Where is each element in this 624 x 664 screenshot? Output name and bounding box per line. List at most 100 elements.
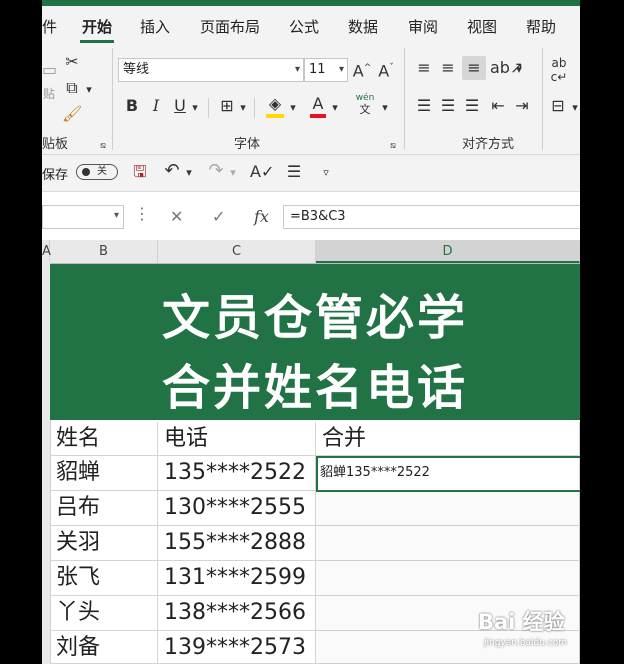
- cancel-entry-icon[interactable]: ✕: [170, 207, 183, 226]
- tab-insert[interactable]: 插入: [140, 16, 170, 37]
- table-cell-name[interactable]: 关羽: [50, 526, 158, 561]
- align-middle-icon[interactable]: ≡: [438, 58, 458, 78]
- align-right-icon[interactable]: ☰: [462, 96, 482, 116]
- formula-bar: ▾ ⋮ ✕ ✓ fx =B3&C3: [42, 192, 580, 240]
- format-painter-icon[interactable]: 🖌: [62, 104, 82, 124]
- form-icon[interactable]: ☰: [284, 162, 304, 182]
- watermark-logo-text: Bai 经验: [478, 610, 565, 634]
- tab-home[interactable]: 开始: [82, 16, 112, 37]
- paste-icon[interactable]: ▭: [42, 60, 57, 80]
- copy-icon[interactable]: ⧉: [62, 78, 82, 98]
- separator: [254, 98, 255, 118]
- increase-font-icon[interactable]: A^: [352, 58, 372, 81]
- tab-help[interactable]: 帮助: [526, 16, 556, 37]
- tab-data[interactable]: 数据: [348, 16, 378, 37]
- align-top-icon[interactable]: ≡: [414, 58, 434, 78]
- active-tab-indicator: [80, 40, 114, 43]
- save-icon[interactable]: 🖫: [130, 162, 150, 182]
- tab-page-layout[interactable]: 页面布局: [200, 16, 260, 37]
- table-cell-name[interactable]: 吕布: [50, 491, 158, 526]
- font-color-dropdown-icon[interactable]: ▾: [330, 98, 340, 118]
- decrease-font-icon[interactable]: Aˇ: [376, 58, 396, 81]
- group-label-clipboard: 贴板: [42, 137, 69, 152]
- phonetic-dropdown-icon[interactable]: ▾: [380, 98, 390, 118]
- copy-dropdown-icon[interactable]: ▾: [84, 80, 94, 100]
- autosave-state: 关: [97, 166, 107, 177]
- customize-qat-icon[interactable]: ▿: [320, 163, 332, 183]
- title-merged-cell[interactable]: 文员仓管必学 合并姓名电话: [50, 264, 580, 420]
- undo-dropdown-icon[interactable]: ▾: [184, 163, 194, 183]
- column-header-c[interactable]: C: [158, 240, 316, 263]
- column-header-a[interactable]: A: [42, 240, 51, 263]
- insert-function-icon[interactable]: fx: [254, 207, 269, 226]
- align-left-icon[interactable]: ☰: [414, 96, 434, 116]
- table-cell-phone[interactable]: 155****2888: [158, 526, 316, 561]
- underline-dropdown-icon[interactable]: ▾: [190, 98, 200, 118]
- redo-dropdown-icon[interactable]: ▾: [228, 163, 238, 183]
- title-bar-edge: [42, 0, 580, 6]
- table-cell-name[interactable]: 貂蝉: [50, 456, 158, 491]
- font-name-dropdown[interactable]: 等线 ▾: [118, 58, 304, 82]
- separator: [112, 48, 113, 150]
- confirm-entry-icon[interactable]: ✓: [212, 207, 225, 226]
- group-label-font: 字体: [234, 137, 261, 152]
- cut-icon[interactable]: ✂: [62, 52, 82, 72]
- orientation-icon[interactable]: ab↗: [490, 58, 523, 78]
- tab-review[interactable]: 审阅: [408, 16, 438, 37]
- header-cell-name[interactable]: 姓名: [50, 422, 158, 456]
- name-box[interactable]: ▾: [42, 205, 124, 229]
- fill-color-icon[interactable]: ◈: [264, 94, 286, 118]
- increase-indent-icon[interactable]: ⇥: [512, 96, 532, 116]
- quick-access-toolbar: 保存 关 🖫 ↶ ▾ ↷ ▾ A✓ ☰ ▿: [42, 155, 580, 192]
- header-cell-phone[interactable]: 电话: [158, 422, 316, 456]
- merge-center-icon[interactable]: ⊟: [548, 96, 568, 116]
- table-cell-phone[interactable]: 135****2522: [158, 456, 316, 491]
- font-launcher-icon[interactable]: ⧅: [388, 136, 398, 156]
- formula-bar-handle-icon[interactable]: ⋮: [134, 204, 150, 223]
- tab-file[interactable]: 件: [42, 16, 57, 37]
- active-cell-outline: [316, 456, 580, 492]
- ribbon-home: ▭ 贴 ✂ ⧉ ▾ 🖌 贴板 ⧅ 等线 ▾ 11 ▾ A^ Aˇ B I U ▾…: [42, 44, 580, 155]
- spelling-check-icon[interactable]: A✓: [250, 162, 274, 182]
- tab-view[interactable]: 视图: [467, 16, 497, 37]
- align-bottom-icon[interactable]: ≡: [462, 56, 486, 80]
- column-header-b[interactable]: B: [50, 240, 158, 263]
- table-cell-phone[interactable]: 138****2566: [158, 596, 316, 631]
- fill-color-dropdown-icon[interactable]: ▾: [288, 98, 298, 118]
- column-header-d[interactable]: D: [316, 240, 580, 263]
- table-cell-phone[interactable]: 139****2573: [158, 631, 316, 664]
- autosave-toggle[interactable]: 关: [76, 164, 118, 180]
- borders-dropdown-icon[interactable]: ▾: [238, 98, 248, 118]
- column-headers: A B C D: [42, 240, 580, 264]
- merge-dropdown-icon[interactable]: ▾: [570, 98, 580, 118]
- table-cell-name[interactable]: 张飞: [50, 561, 158, 596]
- bold-icon[interactable]: B: [124, 96, 140, 116]
- formula-input[interactable]: =B3&C3: [283, 205, 580, 229]
- table-cell-phone[interactable]: 131****2599: [158, 561, 316, 596]
- group-label-alignment: 对齐方式: [462, 137, 515, 152]
- toggle-knob: [82, 168, 90, 176]
- decrease-indent-icon[interactable]: ⇤: [488, 96, 508, 116]
- header-cell-merge[interactable]: 合并: [316, 422, 580, 456]
- font-size-dropdown[interactable]: 11 ▾: [304, 58, 348, 82]
- separator: [542, 48, 543, 150]
- tab-formulas[interactable]: 公式: [289, 16, 319, 37]
- excel-window: 件 开始 插入 页面布局 公式 数据 审阅 视图 帮助 ▭ 贴 ✂ ⧉ ▾ 🖌 …: [42, 0, 580, 664]
- redo-icon[interactable]: ↷: [206, 161, 226, 181]
- align-center-icon[interactable]: ☰: [438, 96, 458, 116]
- undo-icon[interactable]: ↶: [162, 161, 182, 181]
- wrap-text-icon[interactable]: ab c↵: [548, 56, 570, 84]
- font-color-icon[interactable]: A: [308, 94, 328, 118]
- title-line-2: 合并姓名电话: [161, 360, 468, 416]
- orientation-dropdown-icon[interactable]: ▾: [514, 60, 524, 80]
- underline-icon[interactable]: U: [172, 96, 188, 116]
- borders-icon[interactable]: ⊞: [216, 96, 238, 116]
- table-cell-name[interactable]: 刘备: [50, 631, 158, 664]
- italic-icon[interactable]: I: [148, 96, 164, 116]
- chevron-down-icon: ▾: [294, 64, 300, 75]
- clipboard-launcher-icon[interactable]: ⧅: [98, 136, 108, 156]
- table-cell-phone[interactable]: 130****2555: [158, 491, 316, 526]
- phonetic-guide-icon[interactable]: wén 文: [354, 92, 376, 117]
- table-cell-name[interactable]: 丫头: [50, 596, 158, 631]
- chevron-down-icon: ▾: [338, 64, 344, 75]
